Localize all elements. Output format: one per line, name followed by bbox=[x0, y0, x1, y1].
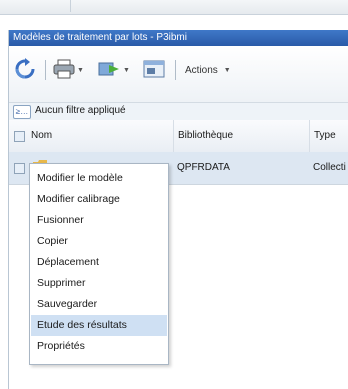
refresh-icon bbox=[13, 57, 37, 83]
browser-tab[interactable] bbox=[0, 0, 71, 12]
filter-icon[interactable]: ≥… bbox=[13, 105, 31, 119]
browser-tab-strip bbox=[0, 0, 348, 15]
toolbar-separator bbox=[45, 60, 46, 80]
menu-item-properties[interactable]: Propriétés bbox=[31, 336, 167, 357]
browser-tab[interactable] bbox=[70, 0, 348, 12]
actions-menu-button[interactable]: Actions ▼ bbox=[181, 58, 231, 82]
refresh-button[interactable] bbox=[13, 57, 37, 83]
menu-item-merge[interactable]: Fusionner bbox=[31, 210, 167, 231]
actions-label: Actions bbox=[185, 64, 218, 76]
row-checkbox[interactable] bbox=[14, 163, 25, 174]
cell-library: QPFRDATA bbox=[177, 162, 230, 173]
cell-type: Collecti bbox=[313, 162, 346, 173]
menu-item-move[interactable]: Déplacement bbox=[31, 252, 167, 273]
menu-item-results-study[interactable]: Etude des résultats bbox=[31, 315, 167, 336]
column-header-library[interactable]: Bibliothèque bbox=[173, 120, 309, 152]
chevron-down-icon: ▼ bbox=[223, 66, 231, 74]
window-button[interactable] bbox=[143, 58, 165, 82]
panel-title: Modèles de traitement par lots - P3ibmi bbox=[9, 30, 348, 46]
chevron-down-icon: ▼ bbox=[123, 66, 130, 74]
export-button[interactable]: ▼ bbox=[97, 58, 130, 82]
select-all-checkbox[interactable] bbox=[14, 131, 25, 142]
toolbar-separator bbox=[175, 60, 176, 80]
export-icon bbox=[97, 59, 121, 82]
menu-item-edit-model[interactable]: Modifier le modèle bbox=[31, 168, 167, 189]
column-header-type[interactable]: Type bbox=[309, 120, 348, 152]
menu-item-save[interactable]: Sauvegarder bbox=[31, 294, 167, 315]
table-header: Nom Bibliothèque Type bbox=[9, 120, 348, 153]
chevron-down-icon: ▼ bbox=[77, 66, 84, 74]
context-menu: Modifier le modèle Modifier calibrage Fu… bbox=[29, 163, 169, 365]
menu-item-delete[interactable]: Supprimer bbox=[31, 273, 167, 294]
filter-bar: ≥… Aucun filtre appliqué bbox=[9, 103, 348, 121]
print-icon bbox=[53, 59, 75, 82]
filter-status: Aucun filtre appliqué bbox=[35, 105, 126, 116]
column-header-name[interactable]: Nom bbox=[27, 120, 173, 152]
print-button[interactable]: ▼ bbox=[53, 58, 84, 82]
menu-item-copy[interactable]: Copier bbox=[31, 231, 167, 252]
menu-item-edit-calibration[interactable]: Modifier calibrage bbox=[31, 189, 167, 210]
window-icon bbox=[143, 59, 165, 82]
toolbar: ▼ ▼ Actions ▼ bbox=[9, 46, 348, 103]
